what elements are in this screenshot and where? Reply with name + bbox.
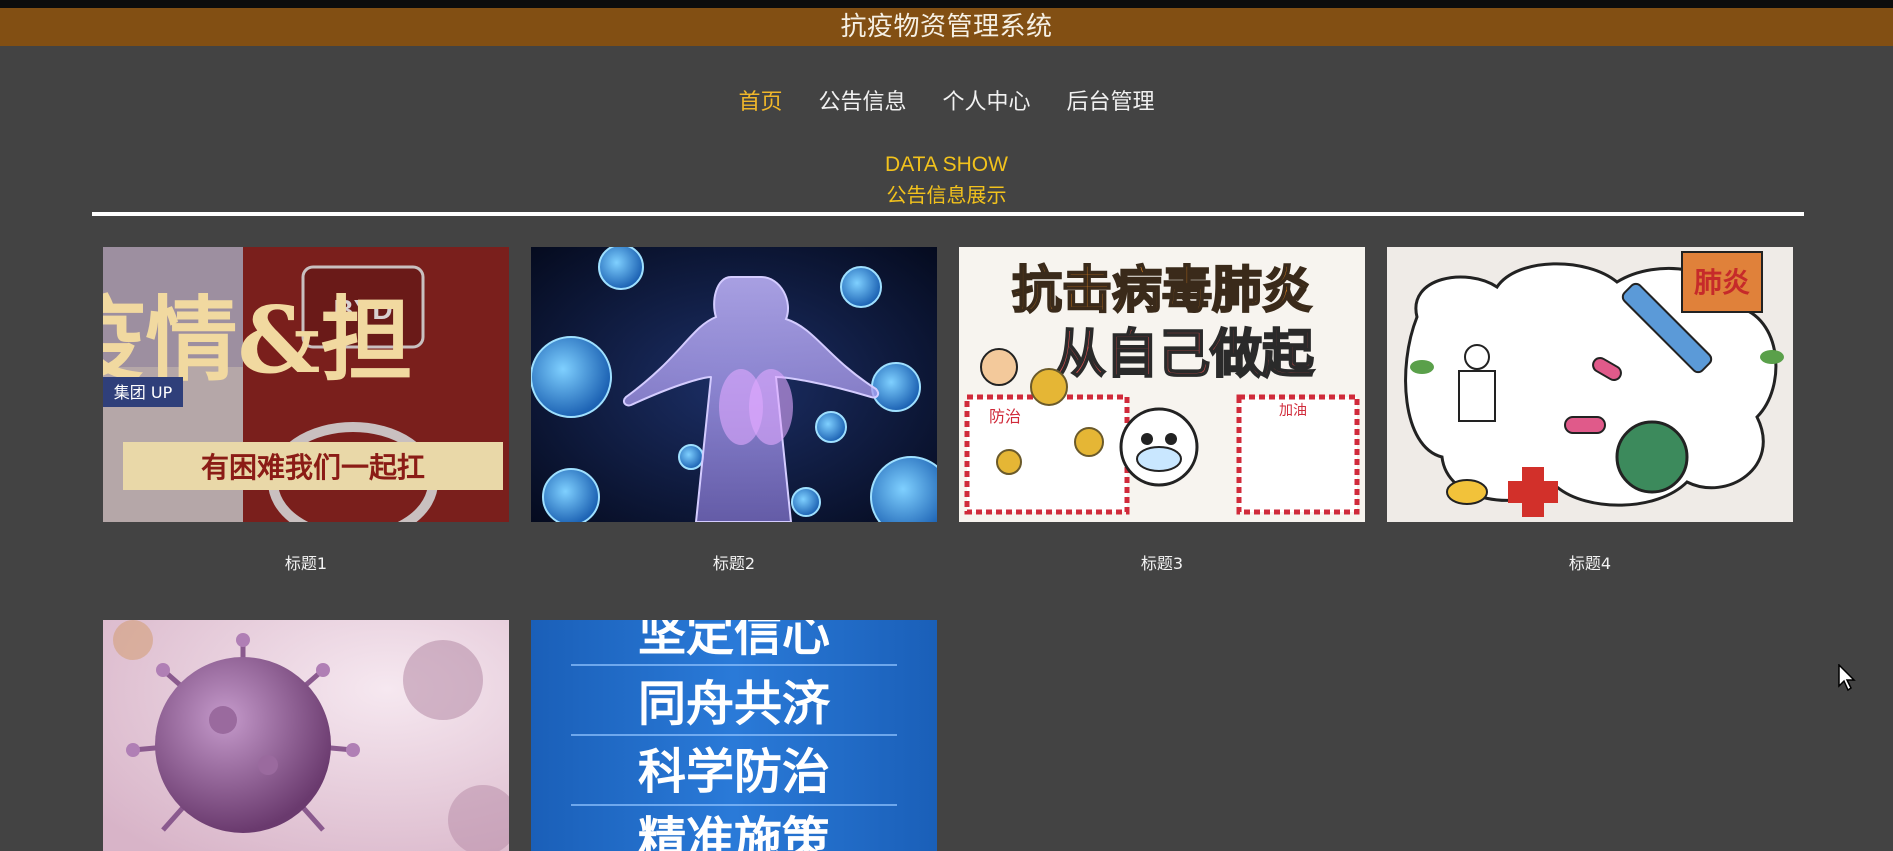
announcement-image-6[interactable]: 坚定信心 同舟共济 科学防治 精准施策 xyxy=(531,620,937,851)
announcement-image-4-art: 肺炎 xyxy=(1387,247,1793,522)
announcement-card-4[interactable]: 肺炎 标题4 xyxy=(1387,247,1793,574)
nav-item-announcements[interactable]: 公告信息 xyxy=(806,74,918,124)
announcement-card-5[interactable] xyxy=(103,620,509,851)
section-divider xyxy=(92,212,1804,216)
announcement-card-2[interactable]: 标题2 xyxy=(531,247,937,574)
image6-line-3: 科学防治 xyxy=(638,744,830,800)
announcement-title-4[interactable]: 标题4 xyxy=(1387,550,1793,574)
announcement-title-2[interactable]: 标题2 xyxy=(531,550,937,574)
nav-item-profile[interactable]: 个人中心 xyxy=(931,74,1043,124)
announcement-image-5[interactable] xyxy=(103,620,509,851)
app-title: 抗疫物资管理系统 xyxy=(840,12,1053,42)
image1-banner-text: 有困难我们一起扛 xyxy=(201,451,425,484)
image6-line-1: 坚定信心 xyxy=(638,620,830,662)
mouse-cursor-icon xyxy=(1838,664,1856,692)
section-heading: DATA SHOW 公告信息展示 xyxy=(0,150,1893,210)
app-header: 抗疫物资管理系统 xyxy=(0,8,1893,46)
announcement-image-1-art: BYD 有困难我们一起扛 疫情&担 集团 UP xyxy=(103,247,509,522)
announcement-card-3[interactable]: 抗击病毒肺炎 从自己做起 防治 加油 标题3 xyxy=(959,247,1365,574)
image1-logo-text: 集团 UP xyxy=(114,383,173,402)
announcement-title-3[interactable]: 标题3 xyxy=(959,550,1365,574)
announcement-image-6-art: 坚定信心 同舟共济 科学防治 精准施策 xyxy=(531,620,937,851)
image6-line-4: 精准施策 xyxy=(638,812,830,851)
image6-line-2: 同舟共济 xyxy=(638,676,831,732)
announcement-image-2[interactable] xyxy=(531,247,937,522)
nav-item-home[interactable]: 首页 xyxy=(726,74,794,124)
announcement-card-6[interactable]: 坚定信心 同舟共济 科学防治 精准施策 xyxy=(531,620,937,851)
window-top-strip xyxy=(0,0,1893,8)
announcement-image-1[interactable]: BYD 有困难我们一起扛 疫情&担 集团 UP xyxy=(103,247,509,522)
announcement-image-4[interactable]: 肺炎 xyxy=(1387,247,1793,522)
section-title-en: DATA SHOW xyxy=(885,153,1008,176)
announcement-image-2-art xyxy=(531,247,937,522)
image3-box2-title: 加油 xyxy=(1279,403,1307,419)
image4-corner-text: 肺炎 xyxy=(1694,266,1750,299)
nav-item-admin[interactable]: 后台管理 xyxy=(1055,74,1167,124)
announcement-image-3-art: 抗击病毒肺炎 从自己做起 防治 加油 xyxy=(959,247,1365,522)
main-nav: 首页 公告信息 个人中心 后台管理 xyxy=(0,74,1893,124)
announcement-image-3[interactable]: 抗击病毒肺炎 从自己做起 防治 加油 xyxy=(959,247,1365,522)
announcement-card-1[interactable]: BYD 有困难我们一起扛 疫情&担 集团 UP 标题1 xyxy=(103,247,509,574)
image3-line2: 从自己做起 xyxy=(1054,325,1315,385)
image3-line1: 抗击病毒肺炎 xyxy=(1012,261,1312,319)
section-title-cn: 公告信息展示 xyxy=(886,183,1007,207)
announcement-title-1[interactable]: 标题1 xyxy=(103,550,509,574)
image3-box1-title: 防治 xyxy=(989,407,1021,426)
announcement-image-5-art xyxy=(103,620,509,851)
